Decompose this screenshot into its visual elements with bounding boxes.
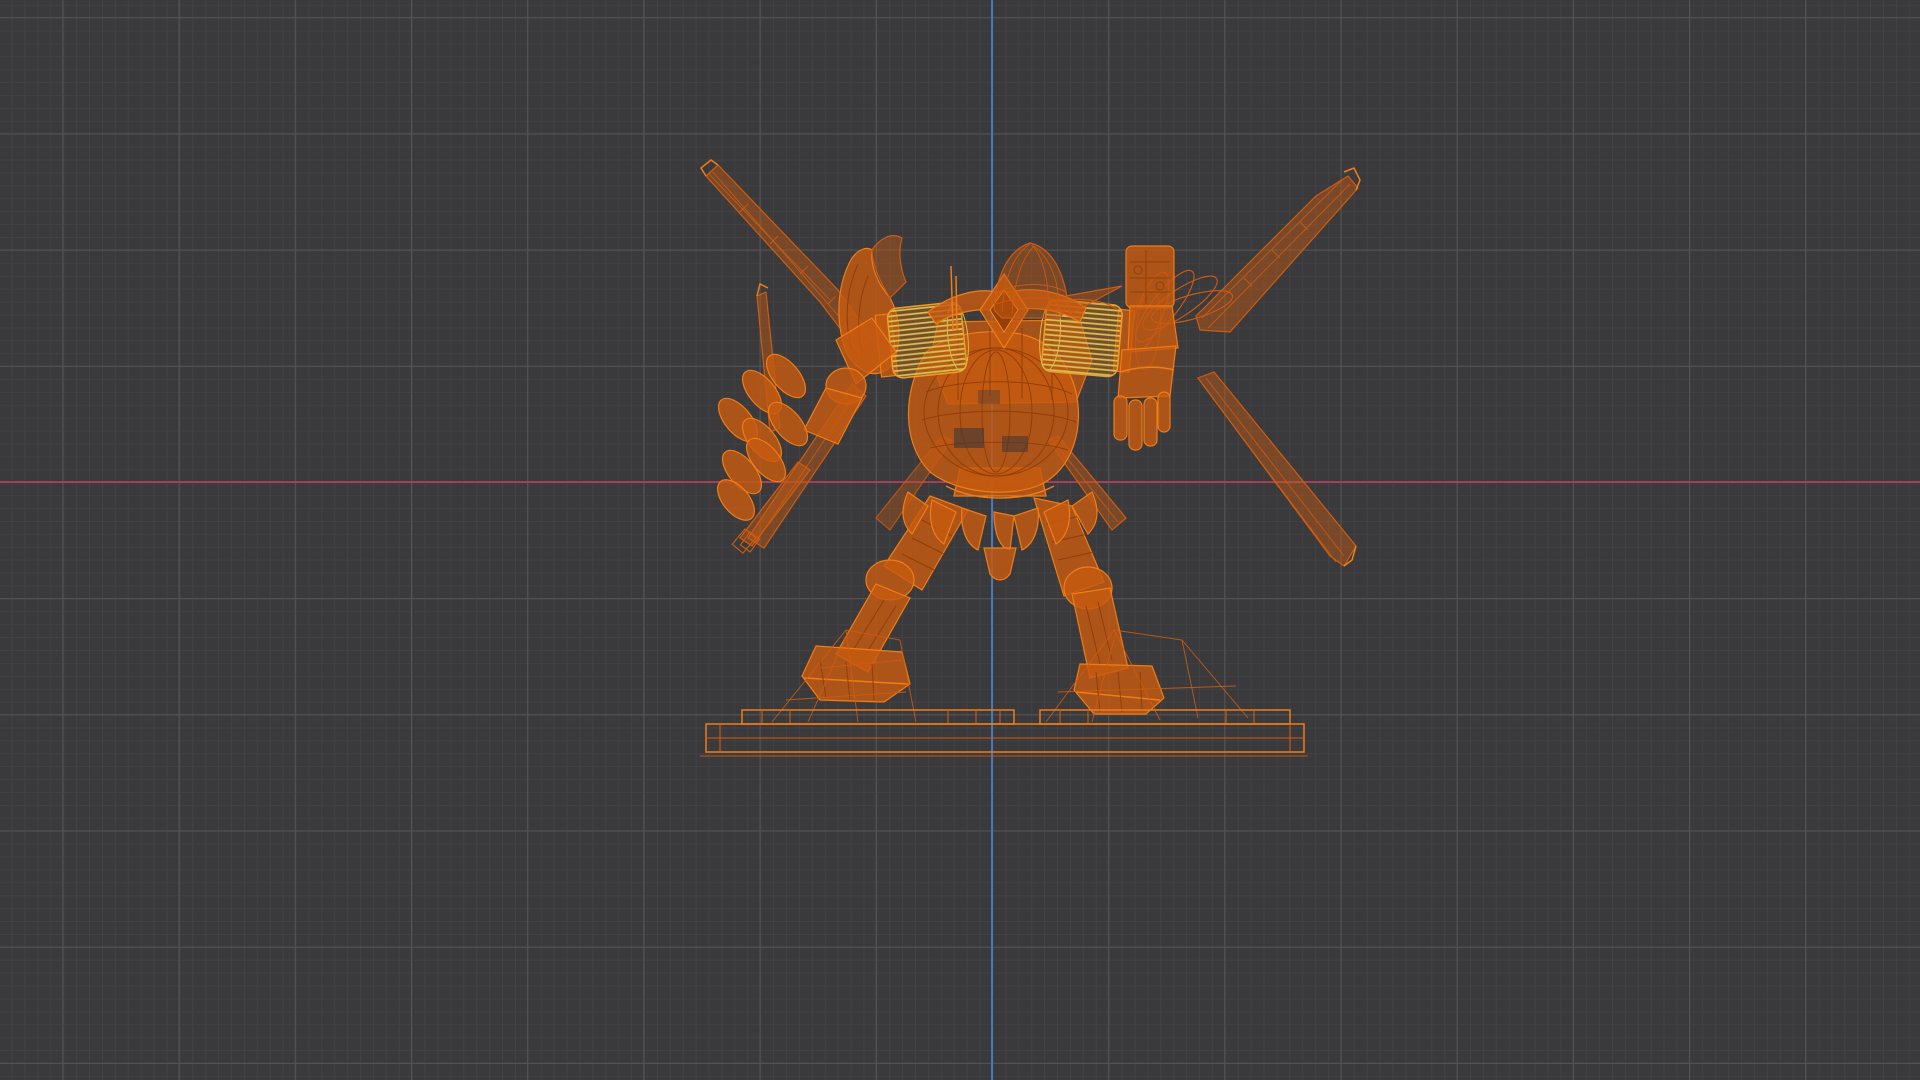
left-arm — [803, 317, 897, 445]
3d-viewport[interactable] — [0, 0, 1920, 1080]
right-wing-blade — [1195, 167, 1361, 333]
right-lower-blade — [1197, 371, 1357, 567]
viewport-canvas — [700, 159, 1361, 757]
display-base — [700, 709, 1308, 757]
gun-pod-cluster — [717, 282, 811, 554]
mech-object[interactable] — [700, 159, 1361, 757]
